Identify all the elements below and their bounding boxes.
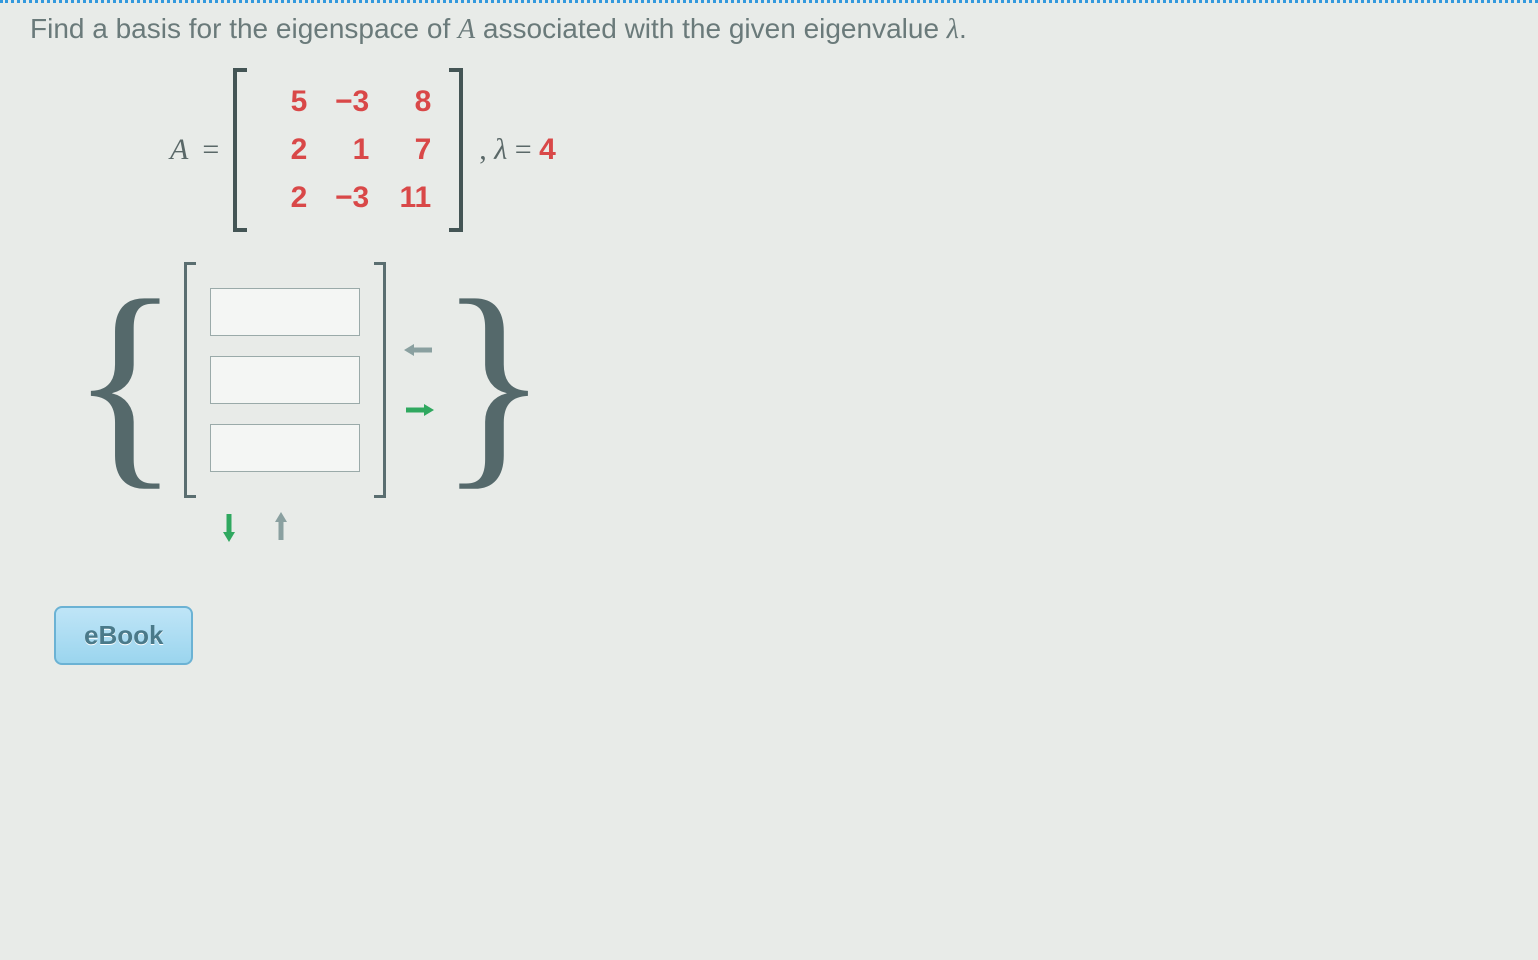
matrix-cell: 2 xyxy=(265,174,307,222)
lambda-value: 4 xyxy=(539,133,556,166)
matrix-rows: 5 −3 8 2 1 7 2 −3 11 xyxy=(247,68,449,232)
answer-vector xyxy=(184,262,386,498)
content-container: Find a basis for the eigenspace of A ass… xyxy=(0,3,1538,673)
matrix-cell: 8 xyxy=(389,78,431,126)
vector-right-bracket xyxy=(374,262,386,498)
var-lambda: λ xyxy=(947,14,959,45)
matrix-cell: 1 xyxy=(327,126,369,174)
basis-input-1[interactable] xyxy=(210,356,360,404)
lambda-equals: = xyxy=(515,133,532,166)
equals-sign: = xyxy=(202,133,219,167)
remove-column-button[interactable] xyxy=(400,331,438,369)
basis-input-0[interactable] xyxy=(210,288,360,336)
matrix-right-bracket xyxy=(449,68,463,232)
matrix-A: 5 −3 8 2 1 7 2 −3 11 xyxy=(233,68,463,232)
matrix-row-1: 2 1 7 xyxy=(265,126,431,174)
vector-left-bracket xyxy=(184,262,196,498)
remove-row-button[interactable] xyxy=(262,508,300,546)
matrix-equation: A = 5 −3 8 2 1 7 2 −3 11 xyxy=(170,68,1508,232)
add-row-button[interactable] xyxy=(210,508,248,546)
answer-set: { } xyxy=(70,262,1508,498)
matrix-cell: 5 xyxy=(265,78,307,126)
matrix-cell: 2 xyxy=(265,126,307,174)
lambda-assignment: , λ = 4 xyxy=(479,133,556,167)
matrix-cell: 7 xyxy=(389,126,431,174)
input-column xyxy=(196,262,374,498)
matrix-cell: −3 xyxy=(327,78,369,126)
question-prefix: Find a basis for the eigenspace of xyxy=(30,13,458,44)
matrix-left-bracket xyxy=(233,68,247,232)
matrix-cell: −3 xyxy=(327,174,369,222)
comma: , xyxy=(479,133,487,166)
basis-input-2[interactable] xyxy=(210,424,360,472)
question-mid: associated with the given eigenvalue xyxy=(475,13,947,44)
matrix-cell: 11 xyxy=(389,174,431,222)
ebook-button[interactable]: eBook xyxy=(54,606,193,665)
question-suffix: . xyxy=(959,13,967,44)
column-arrow-controls xyxy=(400,331,438,429)
matrix-row-2: 2 −3 11 xyxy=(265,174,431,222)
left-brace-icon: { xyxy=(70,283,180,479)
row-arrow-controls xyxy=(210,508,1508,546)
matrix-row-0: 5 −3 8 xyxy=(265,78,431,126)
right-brace-icon: } xyxy=(438,283,548,479)
var-A: A xyxy=(458,14,475,45)
add-column-button[interactable] xyxy=(400,391,438,429)
matrix-A-label: A xyxy=(170,133,188,167)
lambda-symbol: λ xyxy=(494,133,507,166)
question-text: Find a basis for the eigenspace of A ass… xyxy=(30,11,1508,48)
